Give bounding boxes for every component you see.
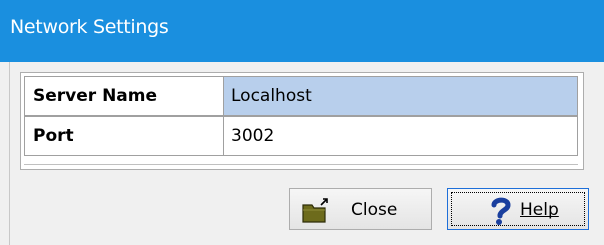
help-button-label: Help bbox=[520, 200, 559, 220]
grid-bottom-border bbox=[24, 160, 578, 165]
close-button-label: Close bbox=[351, 200, 398, 220]
window-title: Network Settings bbox=[10, 16, 169, 38]
folder-exit-icon bbox=[302, 198, 328, 223]
port-value[interactable]: 3002 bbox=[224, 116, 578, 156]
title-bar[interactable]: Network Settings bbox=[0, 0, 604, 62]
server-name-label: Server Name bbox=[24, 76, 224, 116]
settings-grid: Server Name Localhost Port 3002 bbox=[20, 72, 584, 170]
server-name-value[interactable]: Localhost bbox=[224, 76, 578, 116]
grid-row-server-name[interactable]: Server Name Localhost bbox=[24, 76, 578, 116]
question-mark-icon bbox=[491, 197, 511, 225]
focus-rectangle bbox=[451, 192, 585, 226]
close-button[interactable]: Close bbox=[289, 188, 432, 230]
help-button[interactable]: Help bbox=[447, 188, 589, 230]
port-label: Port bbox=[24, 116, 224, 156]
grid-row-port[interactable]: Port 3002 bbox=[24, 116, 578, 156]
